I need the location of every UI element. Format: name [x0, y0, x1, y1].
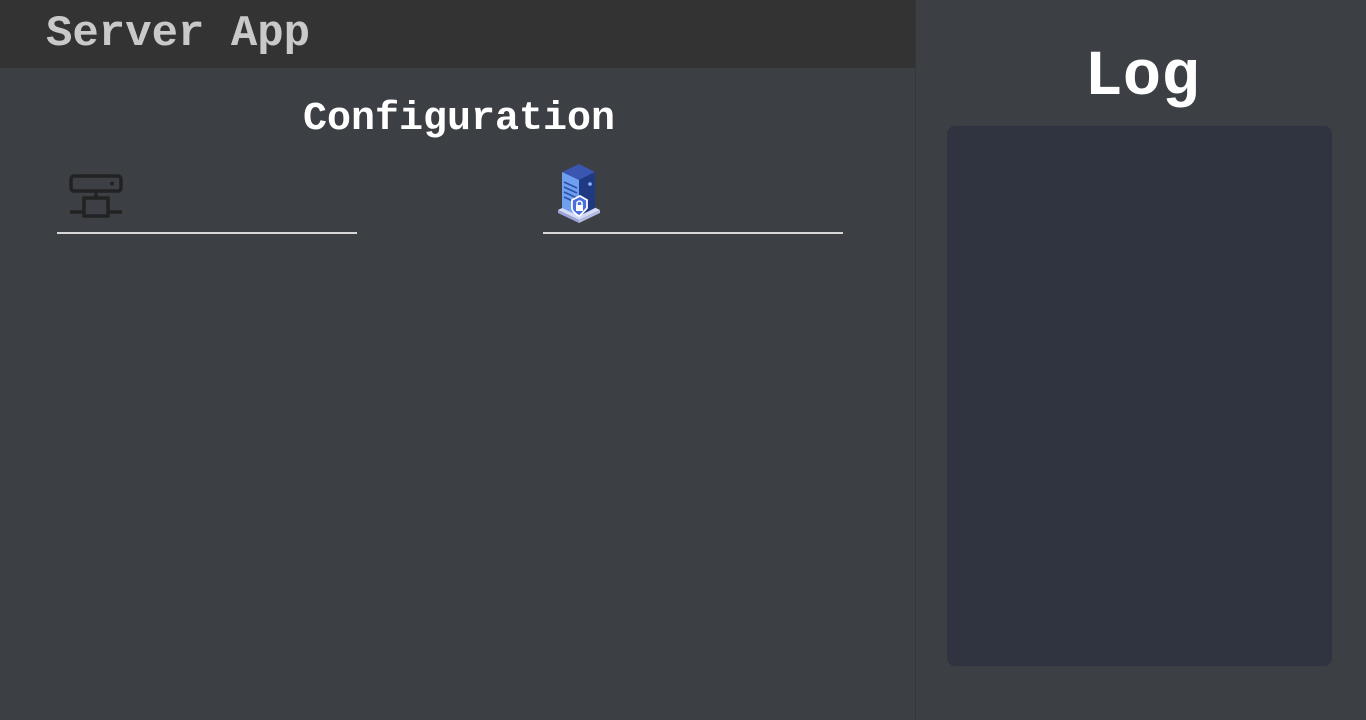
configuration-pane: Server App Configuration — [0, 0, 915, 720]
network-field-underline — [57, 232, 357, 234]
app-title: Server App — [46, 9, 311, 59]
log-heading: Log — [1084, 42, 1200, 114]
server-field-underline — [543, 232, 843, 234]
title-bar: Server App — [0, 0, 915, 68]
configuration-heading: Configuration — [302, 97, 616, 142]
log-output[interactable] — [947, 126, 1332, 666]
network-address-field[interactable] — [57, 160, 357, 234]
app-window: Server App Configuration Log — [0, 0, 1366, 720]
log-pane: Log — [916, 0, 1366, 720]
network-address-input[interactable] — [137, 182, 356, 224]
server-field[interactable] — [543, 160, 843, 234]
server-input[interactable] — [623, 182, 842, 224]
secure-server-icon — [555, 162, 603, 229]
network-server-icon — [69, 174, 123, 225]
